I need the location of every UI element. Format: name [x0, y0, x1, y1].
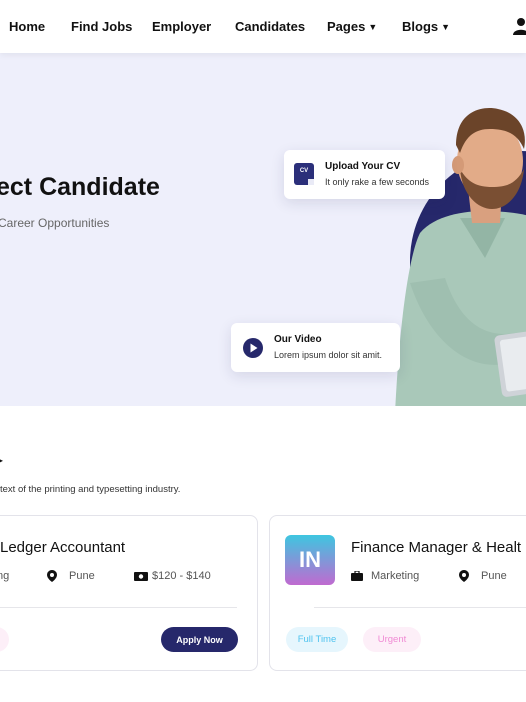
job-category-label: Marketing — [371, 570, 420, 582]
job-salary-label: $120 - $140 — [152, 570, 211, 582]
hero-person-image — [395, 108, 526, 406]
job-category: ng — [0, 570, 9, 582]
chevron-down-icon: ▼ — [368, 22, 378, 32]
job-location-label: Pune — [481, 570, 507, 582]
money-icon — [134, 571, 148, 581]
urgent-badge — [0, 627, 9, 652]
cv-badge-label: CV — [299, 168, 309, 174]
user-icon[interactable] — [512, 17, 526, 35]
nav-home[interactable]: Home — [9, 19, 45, 34]
nav-blogs[interactable]: Blogs ▼ — [402, 19, 450, 34]
apply-now-button[interactable]: Apply Now — [161, 627, 238, 652]
nav-find-jobs[interactable]: Find Jobs — [71, 19, 132, 34]
job-title[interactable]: Finance Manager & Healt — [351, 539, 521, 556]
nav-employer[interactable]: Employer — [152, 19, 211, 34]
our-video-desc: Lorem ipsum dolor sit amit. — [274, 350, 383, 360]
briefcase-icon — [351, 571, 363, 581]
upload-cv-card[interactable]: CV Upload Your CV It only rake a few sec… — [284, 150, 445, 199]
job-location-label: Pune — [69, 570, 95, 582]
section-subtitle: text of the printing and typesetting ind… — [0, 484, 181, 495]
nav-pages[interactable]: Pages ▼ — [327, 19, 377, 34]
play-icon[interactable] — [242, 337, 264, 359]
job-title[interactable]: Ledger Accountant — [0, 539, 125, 556]
chevron-down-icon: ▼ — [441, 22, 451, 32]
location-pin-icon — [47, 570, 57, 582]
nav-blogs-label: Blogs — [402, 19, 439, 34]
job-location: Pune — [459, 570, 507, 582]
company-logo: IN — [285, 535, 335, 585]
hero-title: ect Candidate — [0, 173, 160, 201]
job-category: Marketing — [351, 570, 419, 582]
our-video-title: Our Video — [274, 334, 322, 345]
location-pin-icon — [459, 570, 469, 582]
full-time-badge: Full Time — [286, 627, 348, 652]
upload-cv-desc: It only rake a few seconds — [325, 177, 430, 187]
top-nav: Home Find Jobs Employer Candidates Pages… — [0, 0, 526, 53]
job-location: Pune — [47, 570, 95, 582]
urgent-badge: Urgent — [363, 627, 421, 652]
job-card[interactable]: IN Finance Manager & Healt Marketing Pun… — [269, 515, 526, 671]
nav-candidates[interactable]: Candidates — [235, 19, 305, 34]
divider — [314, 607, 526, 608]
nav-pages-label: Pages — [327, 19, 366, 34]
job-category-label: ng — [0, 570, 10, 582]
hero-subtitle: Career Opportunities — [0, 216, 110, 230]
our-video-card[interactable]: Our Video Lorem ipsum dolor sit amit. — [231, 323, 400, 372]
job-salary: $120 - $140 — [134, 570, 211, 582]
divider — [0, 607, 237, 608]
job-card[interactable]: Ledger Accountant ng Pune $120 - $140 Ap… — [0, 515, 258, 671]
cv-document-icon: CV — [294, 163, 314, 185]
hero-banner: ect Candidate Career Opportunities CV Up… — [0, 53, 526, 406]
section-heading-fragment: ▸ — [0, 453, 4, 467]
upload-cv-title: Upload Your CV — [325, 161, 401, 172]
